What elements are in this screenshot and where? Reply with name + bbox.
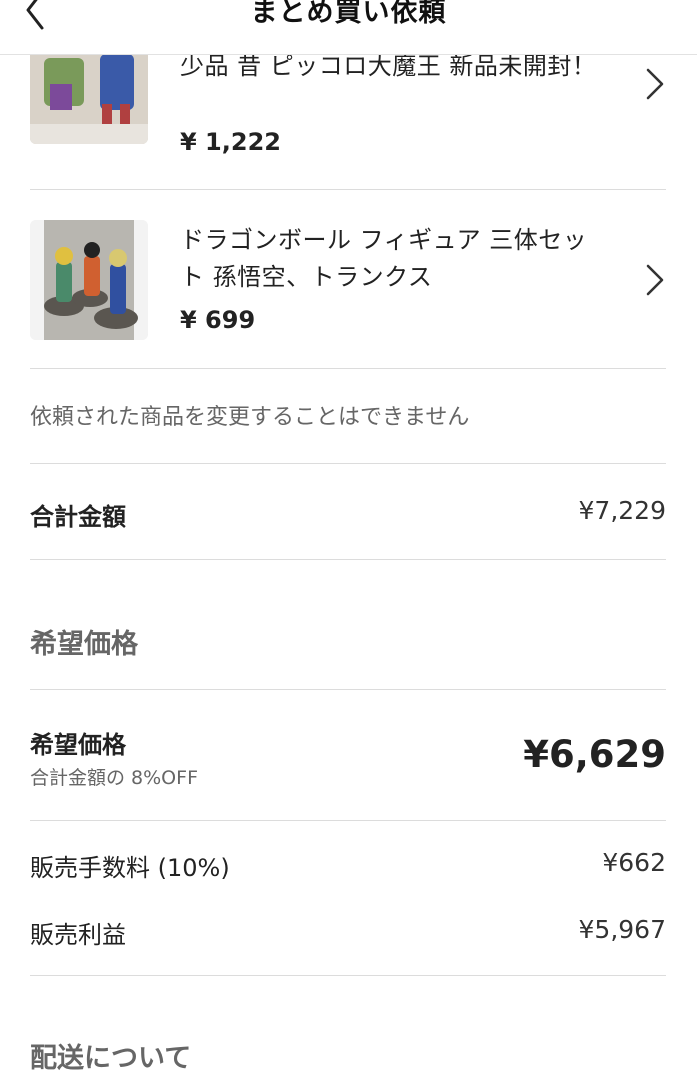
section-heading: 配送について [30, 1043, 192, 1074]
info-note: 依頼された商品を変更することはできません [30, 405, 470, 430]
fee-label: 販売手数料 (10%) [30, 854, 230, 882]
chevron-right-icon [642, 66, 666, 102]
desired-price-label: 希望価格 [30, 731, 126, 759]
item-price: ¥ 699 [180, 306, 256, 334]
total-value: ¥7,229 [578, 496, 666, 525]
profit-label: 販売利益 [30, 921, 126, 949]
discount-note: 合計金額の 8%OFF [30, 767, 198, 789]
divider [30, 559, 666, 560]
divider [30, 820, 666, 821]
list-item[interactable]: ドラゴンボール フィギュア 三体セット 孫悟空、トランクス ¥ 699 [30, 190, 666, 368]
divider [30, 689, 666, 690]
total-label: 合計金額 [30, 503, 126, 531]
divider [30, 368, 666, 369]
product-thumbnail [30, 220, 148, 340]
item-price: ¥ 1,222 [180, 128, 281, 156]
desired-price-value: ¥6,629 [523, 733, 666, 776]
divider [30, 975, 666, 976]
top-nav-bar: まとめ買い依頼 [0, 0, 697, 55]
fee-value: ¥662 [602, 848, 666, 877]
chevron-right-icon [642, 262, 666, 298]
section-heading: 希望価格 [30, 629, 138, 660]
profit-value: ¥5,967 [578, 915, 666, 944]
divider [30, 463, 666, 464]
page-title: まとめ買い依頼 [250, 0, 447, 28]
item-title: ドラゴンボール フィギュア 三体セット 孫悟空、トランクス [180, 226, 588, 291]
